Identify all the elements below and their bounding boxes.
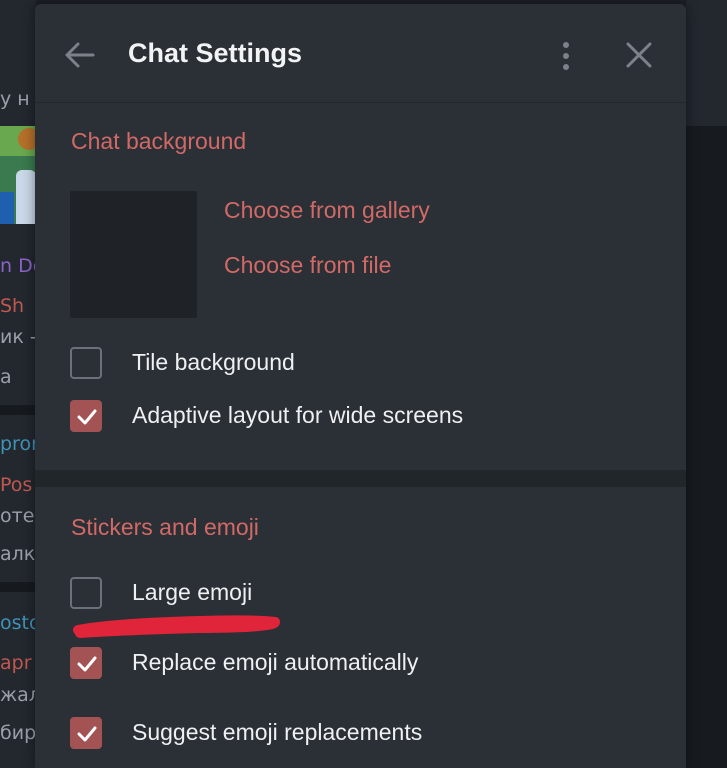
- background-chat-text: Sh: [0, 295, 25, 317]
- background-chat-text: бир: [0, 722, 36, 744]
- background-chat-text: Pos: [0, 474, 33, 496]
- close-button[interactable]: [625, 41, 653, 69]
- background-chat-list: у н n Do Sh ик - а pror Pos отен алко os…: [0, 0, 36, 768]
- choose-from-file-link[interactable]: Choose from file: [224, 252, 391, 279]
- checkbox-label: Large emoji: [132, 579, 253, 605]
- dialog-title: Chat Settings: [128, 38, 303, 68]
- background-panel: [686, 0, 727, 126]
- section-divider: [35, 470, 686, 487]
- background-chat-text: pror: [0, 433, 36, 455]
- section-title-stickers-emoji: Stickers and emoji: [71, 514, 259, 540]
- background-chat-text: отен: [0, 505, 36, 527]
- more-options-button[interactable]: [553, 40, 579, 72]
- background-panel: [686, 126, 727, 768]
- dialog-header: Chat Settings: [35, 4, 686, 103]
- large-emoji-checkbox[interactable]: [70, 577, 102, 609]
- checkbox-label: Tile background: [132, 349, 295, 375]
- background-chat-text: у н: [0, 88, 30, 110]
- background-chat-text: osto: [0, 612, 36, 634]
- red-underline-annotation: [73, 615, 281, 638]
- choose-from-gallery-link[interactable]: Choose from gallery: [224, 197, 430, 224]
- background-chat-text: а: [0, 366, 12, 388]
- background-chat-text: apr: [0, 652, 32, 674]
- adaptive-layout-checkbox[interactable]: [70, 400, 102, 432]
- checkmark-icon: [77, 726, 97, 742]
- background-chat-text: ик -: [0, 326, 36, 348]
- back-button[interactable]: [63, 40, 97, 70]
- chat-settings-dialog: Chat Settings Chat background Choose fro…: [35, 4, 686, 768]
- background-avatar: [0, 126, 36, 224]
- replace-emoji-checkbox[interactable]: [70, 647, 102, 679]
- checkmark-icon: [77, 656, 97, 672]
- checkbox-label: Adaptive layout for wide screens: [132, 402, 464, 428]
- checkmark-icon: [77, 409, 97, 425]
- tile-background-checkbox[interactable]: [70, 347, 102, 379]
- suggest-emoji-checkbox[interactable]: [70, 717, 102, 749]
- background-chat-text: n Do: [0, 255, 36, 277]
- close-icon: [626, 42, 652, 68]
- chat-background-preview[interactable]: [70, 191, 197, 318]
- section-title-chat-background: Chat background: [71, 128, 247, 154]
- arrow-left-icon: [65, 42, 95, 68]
- background-chat-text: алко: [0, 543, 36, 565]
- background-chat-text: жал: [0, 684, 36, 706]
- checkbox-label: Suggest emoji replacements: [132, 719, 423, 745]
- checkbox-label: Replace emoji automatically: [132, 649, 419, 675]
- more-vertical-icon: [563, 42, 569, 70]
